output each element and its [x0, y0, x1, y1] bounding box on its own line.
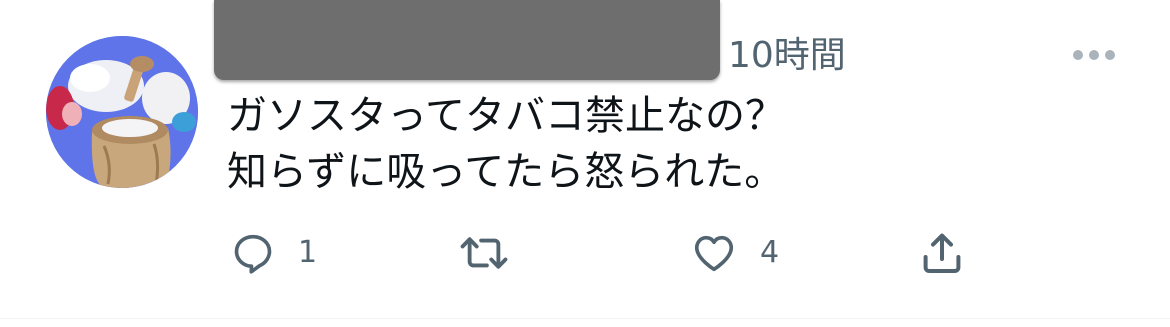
- share-button[interactable]: [918, 228, 966, 278]
- like-count: 4: [760, 235, 780, 270]
- timestamp[interactable]: 10時間: [728, 34, 846, 78]
- tweet-text-line: 知らずに吸ってたら怒られた。: [227, 149, 785, 195]
- heart-icon: [694, 235, 734, 272]
- avatar-image: [46, 36, 198, 188]
- retweet-icon: [460, 237, 508, 269]
- more-options-button[interactable]: [1068, 38, 1120, 72]
- reply-button[interactable]: 1: [230, 228, 317, 278]
- tweet-text-line: ガソスタってタバコ禁止なの？: [227, 93, 785, 139]
- like-button[interactable]: 4: [690, 228, 779, 278]
- reply-icon: [234, 234, 272, 274]
- more-dots-icon: [1073, 50, 1115, 60]
- avatar[interactable]: [46, 36, 198, 188]
- retweet-button[interactable]: [457, 228, 533, 278]
- tweet[interactable]: 10時間 ガソスタってタバコ禁止なの？ 知らずに吸ってたら怒られた。 1 4: [0, 0, 1170, 327]
- tweet-text: ガソスタってタバコ禁止なの？ 知らずに吸ってたら怒られた。: [227, 88, 1107, 200]
- redacted-username: [214, 0, 720, 80]
- share-icon: [923, 233, 961, 273]
- reply-count: 1: [298, 235, 318, 270]
- divider: [0, 318, 1170, 319]
